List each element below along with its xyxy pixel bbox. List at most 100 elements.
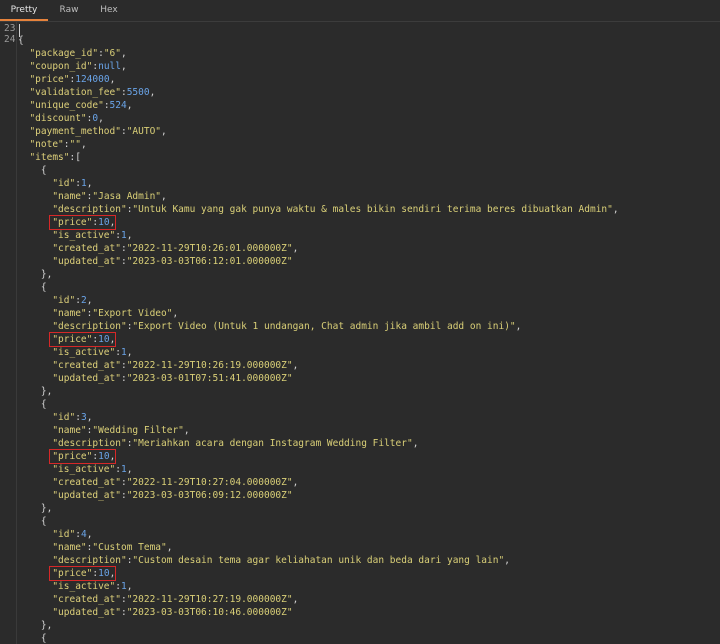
json-punctuation: , xyxy=(515,321,522,332)
json-punctuation: , xyxy=(161,191,167,202)
code-line: "description":"Export Video (Untuk 1 und… xyxy=(18,320,720,333)
code-line: "discount":0, xyxy=(18,112,720,125)
json-key: "validation_fee" xyxy=(29,87,121,98)
json-punctuation: { xyxy=(18,35,24,46)
json-value: "2023-03-03T06:10:46.000000Z" xyxy=(126,607,293,618)
json-value: "AUTO" xyxy=(126,126,162,137)
json-punctuation: , xyxy=(126,230,133,241)
json-punctuation: , xyxy=(412,438,419,449)
json-punctuation: }, xyxy=(40,386,53,397)
json-value: "" xyxy=(69,139,81,150)
json-value: null xyxy=(98,61,121,72)
json-punctuation: , xyxy=(126,100,133,111)
json-key: "updated_at" xyxy=(52,607,121,618)
json-punctuation: , xyxy=(161,126,167,137)
json-punctuation: , xyxy=(172,308,179,319)
json-value: "Export Video" xyxy=(92,308,173,319)
json-key: "is_active" xyxy=(52,464,116,475)
json-key: "name" xyxy=(52,191,87,202)
code-line: "created_at":"2022-11-29T10:26:01.000000… xyxy=(18,242,720,255)
json-punctuation: , xyxy=(292,594,299,605)
code-line: "updated_at":"2023-03-03T06:12:01.000000… xyxy=(18,255,720,268)
code-line: }, xyxy=(18,502,720,515)
json-punctuation: , xyxy=(126,464,133,475)
json-key: "description" xyxy=(52,204,127,215)
json-key: "is_active" xyxy=(52,347,116,358)
json-punctuation: , xyxy=(126,581,133,592)
json-punctuation: , xyxy=(504,555,510,566)
code-line: "is_active":1, xyxy=(18,580,720,593)
json-value: "Custom desain tema agar keliahatan unik… xyxy=(132,555,505,566)
json-key: "items" xyxy=(29,152,70,163)
json-key: "discount" xyxy=(29,113,87,124)
json-value: "Wedding Filter" xyxy=(92,425,184,436)
json-punctuation: , xyxy=(80,139,87,150)
code-line: { xyxy=(18,164,720,177)
tab-pretty[interactable]: Pretty xyxy=(0,0,48,21)
code-line: "created_at":"2022-11-29T10:26:19.000000… xyxy=(18,359,720,372)
json-key: "price" xyxy=(29,74,70,85)
json-key: "created_at" xyxy=(52,477,121,488)
code-line: "price":10, xyxy=(18,216,720,229)
json-key: "updated_at" xyxy=(52,490,121,501)
code-line: { xyxy=(18,281,720,294)
json-value: 524 xyxy=(109,100,127,111)
code-line: "package_id":"6", xyxy=(18,47,720,60)
json-key: "id" xyxy=(52,178,76,189)
code-line: "id":1, xyxy=(18,177,720,190)
json-key: "unique_code" xyxy=(29,100,104,111)
json-punctuation: , xyxy=(86,529,93,540)
code-line: "updated_at":"2023-03-03T06:10:46.000000… xyxy=(18,606,720,619)
code-line: "price":10, xyxy=(18,567,720,580)
code-line: "description":"Custom desain tema agar k… xyxy=(18,554,720,567)
json-value: "Untuk Kamu yang gak punya waktu & males… xyxy=(132,204,613,215)
code-line: "description":"Untuk Kamu yang gak punya… xyxy=(18,203,720,216)
json-key: "name" xyxy=(52,542,87,553)
code-line: }, xyxy=(18,385,720,398)
view-tab-bar: Pretty Raw Hex xyxy=(0,0,720,22)
json-value: 5500 xyxy=(126,87,150,98)
json-key: "id" xyxy=(52,529,76,540)
tab-raw[interactable]: Raw xyxy=(54,0,84,21)
json-punctuation: , xyxy=(612,204,619,215)
code-line: "payment_method":"AUTO", xyxy=(18,125,720,138)
code-line: "id":4, xyxy=(18,528,720,541)
json-value: "Meriahkan acara dengan Instagram Weddin… xyxy=(132,438,413,449)
code-line: { xyxy=(18,398,720,411)
code-line: "created_at":"2022-11-29T10:27:04.000000… xyxy=(18,476,720,489)
json-punctuation: , xyxy=(183,425,190,436)
price-highlight-box xyxy=(49,566,117,581)
json-punctuation: { xyxy=(40,516,47,527)
json-key: "is_active" xyxy=(52,581,116,592)
json-punctuation: }, xyxy=(40,269,53,280)
json-punctuation: , xyxy=(292,243,299,254)
json-key: "id" xyxy=(52,295,76,306)
json-punctuation: , xyxy=(166,542,173,553)
code-line: "name":"Jasa Admin", xyxy=(18,190,720,203)
json-key: "name" xyxy=(52,308,87,319)
line-number-gutter: 23 24 xyxy=(0,22,17,644)
code-line: "updated_at":"2023-03-03T06:09:12.000000… xyxy=(18,489,720,502)
json-value: "2022-11-29T10:26:01.000000Z" xyxy=(126,243,293,254)
code-line: "validation_fee":5500, xyxy=(18,86,720,99)
json-key: "id" xyxy=(52,412,76,423)
json-punctuation: , xyxy=(86,295,93,306)
json-punctuation: }, xyxy=(40,620,53,631)
json-key: "updated_at" xyxy=(52,373,121,384)
json-punctuation: , xyxy=(98,113,104,124)
json-response-body[interactable]: { "package_id":"6", "coupon_id":null, "p… xyxy=(18,22,720,644)
json-key: "package_id" xyxy=(29,48,99,59)
code-line: "note":"", xyxy=(18,138,720,151)
json-punctuation: , xyxy=(292,477,299,488)
code-line: { xyxy=(18,515,720,528)
json-value: "Export Video (Untuk 1 undangan, Chat ad… xyxy=(132,321,516,332)
json-key: "updated_at" xyxy=(52,256,121,267)
json-key: "description" xyxy=(52,438,127,449)
tab-hex[interactable]: Hex xyxy=(96,0,122,21)
json-key: "is_active" xyxy=(52,230,116,241)
json-value: 124000 xyxy=(75,74,110,85)
json-punctuation: , xyxy=(121,61,127,72)
code-line: "id":3, xyxy=(18,411,720,424)
json-value: "6" xyxy=(103,48,121,59)
json-value: "Jasa Admin" xyxy=(92,191,162,202)
